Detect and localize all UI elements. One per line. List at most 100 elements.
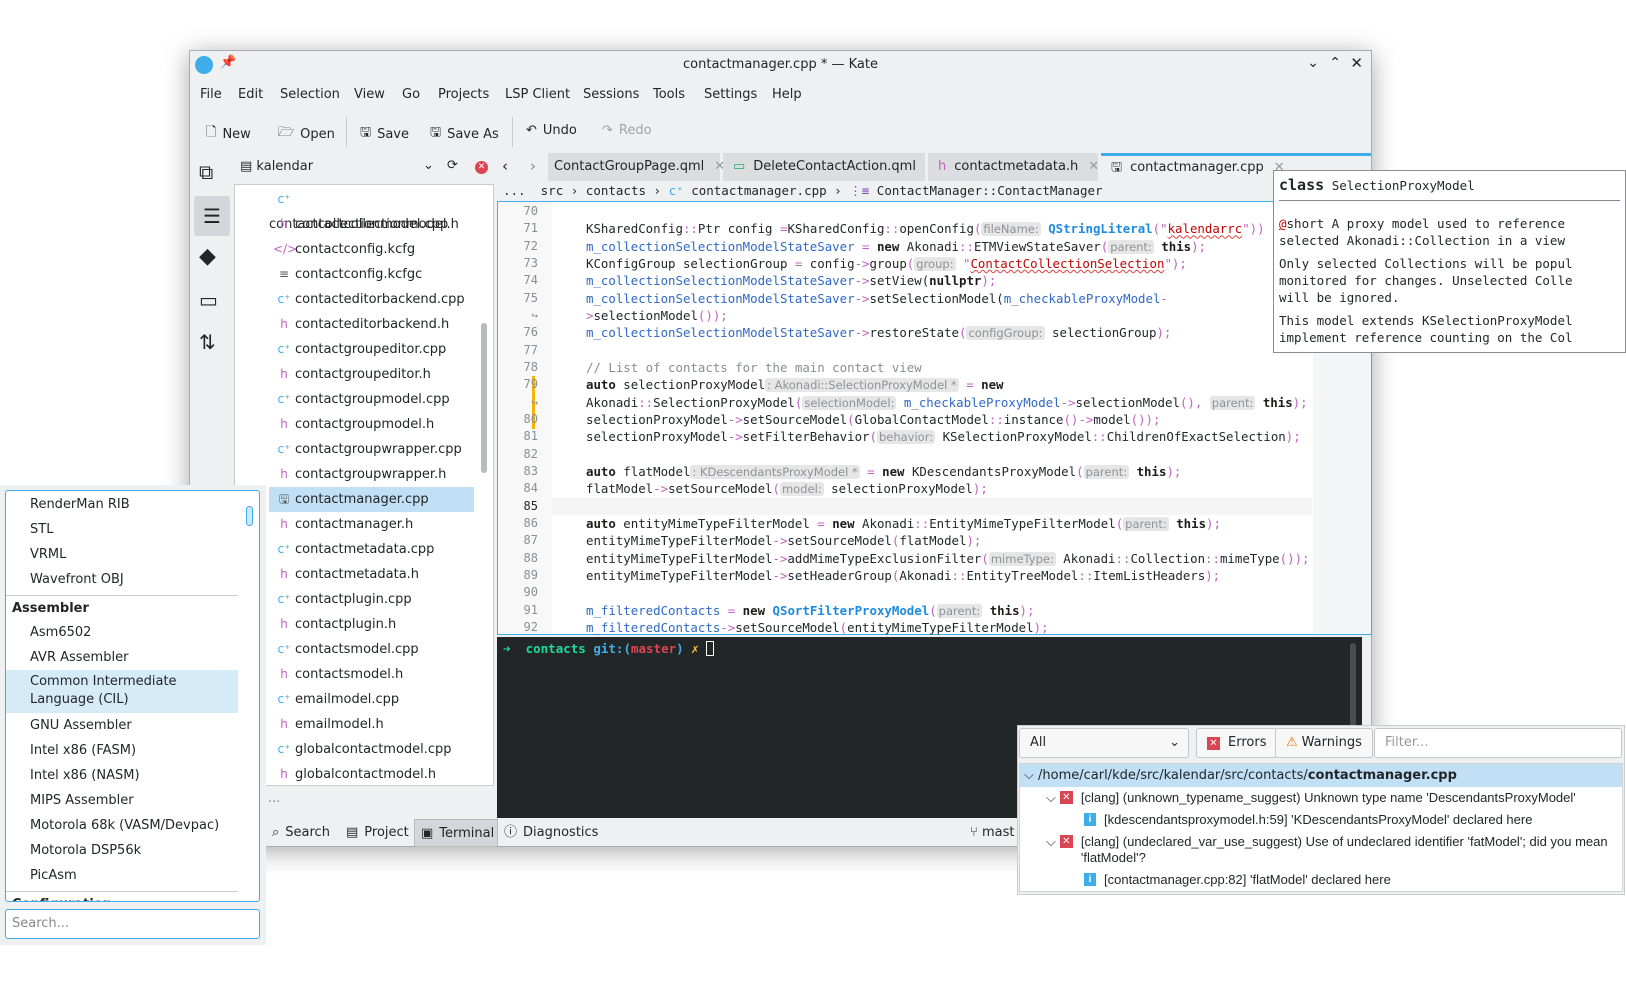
menu-tools[interactable]: Tools <box>653 87 685 102</box>
undo-button[interactable]: ↶ Undo <box>526 123 577 138</box>
menu-selection[interactable]: Selection <box>280 87 340 102</box>
code-editor[interactable]: 70 71 KSharedConfig::Ptr config =KSharedCo… <box>497 201 1372 635</box>
minimize-button[interactable]: ⌄ <box>1307 55 1319 71</box>
menu-help[interactable]: Help <box>772 87 802 102</box>
diagnostic-item[interactable]: ⌵ ✕ [clang] (undeclared_var_use_suggest) U… <box>1020 831 1622 869</box>
breadcrumb-file[interactable]: contactmanager.cpp <box>691 183 826 198</box>
language-item[interactable]: Wavefront OBJ <box>6 567 238 592</box>
menu-view[interactable]: View <box>354 87 385 102</box>
file-tree-item[interactable]: c⁺ contactgroupmodel.cpp <box>269 387 474 412</box>
file-tree-item[interactable]: c⁺ contactsmodel.cpp <box>269 637 474 662</box>
redo-button[interactable]: ↷ Redo <box>602 123 652 138</box>
file-tree-item[interactable]: h contactmetadata.h <box>269 562 474 587</box>
diagnostic-item[interactable]: ⌵ ✕ [clang] (unknown_typename_suggest) Unk… <box>1020 787 1622 809</box>
forward-arrow-icon[interactable]: › <box>530 157 536 175</box>
terminal-scrollbar[interactable] <box>1350 643 1356 733</box>
git-branch[interactable]: ⑂ mast <box>970 825 1014 840</box>
language-list-scrollbar[interactable] <box>246 506 253 526</box>
tab-deletecontactaction-qml[interactable]: ▭DeleteContactAction.qml✕ <box>723 153 937 181</box>
documents-icon[interactable]: ⧉ <box>199 160 213 184</box>
errors-filter-button[interactable]: ✕ Errors <box>1196 728 1278 758</box>
file-tree-item[interactable]: h contactplugin.h <box>269 612 474 637</box>
file-tree-item[interactable]: h contactsmodel.h <box>269 662 474 687</box>
language-item[interactable]: PicAsm <box>6 863 238 888</box>
diagnostic-item[interactable]: i [contactmanager.cpp:82] 'flatModel' dec… <box>1020 869 1622 891</box>
git-icon[interactable]: ◆ <box>199 244 216 269</box>
file-tree-item[interactable]: ≡ contactconfig.kcfgc <box>269 262 474 287</box>
tab-contactmetadata-h[interactable]: h contactmetadata.h ✕ <box>928 153 1099 181</box>
menu-go[interactable]: Go <box>402 87 420 102</box>
language-item[interactable]: MIPS Assembler <box>6 788 238 813</box>
breadcrumb-src[interactable]: src <box>541 183 564 198</box>
warnings-filter-button[interactable]: ⚠ Warnings <box>1275 728 1373 758</box>
menu-sessions[interactable]: Sessions <box>583 87 639 102</box>
file-tree-item[interactable]: c⁺contactcollectionmodel.cpp <box>269 187 474 232</box>
bottom-tab-project[interactable]: ▤ Project <box>340 819 414 847</box>
breadcrumb-contacts[interactable]: contacts <box>586 183 646 198</box>
menu-edit[interactable]: Edit <box>238 87 263 102</box>
menu-settings[interactable]: Settings <box>704 87 757 102</box>
project-selector[interactable]: ▤ kalendar <box>240 159 313 174</box>
save-as-button[interactable]: 🖫 Save As <box>430 123 499 145</box>
breadcrumb-symbol[interactable]: ContactManager::ContactManager <box>877 183 1103 198</box>
language-item[interactable]: AVR Assembler <box>6 645 238 670</box>
diagnostics-filter-input[interactable]: Filter... <box>1374 728 1622 758</box>
breadcrumb-ellipsis[interactable]: ... <box>503 183 526 198</box>
bottom-tab-search[interactable]: ⌕ Search <box>266 819 340 847</box>
close-tab-icon[interactable]: ✕ <box>1088 159 1099 174</box>
diagnostics-file-row[interactable]: ⌵ /home/carl/kde/src/kalendar/src/contac… <box>1020 764 1622 787</box>
projects-icon[interactable]: ☰ <box>194 196 230 236</box>
file-tree-item[interactable]: h emailmodel.h <box>269 712 474 737</box>
bottom-tab-diagnostics[interactable]: ⓘ Diagnostics <box>498 819 598 847</box>
file-tree-item[interactable]: c⁺ contactmetadata.cpp <box>269 537 474 562</box>
language-item[interactable]: VRML <box>6 542 238 567</box>
language-item[interactable]: Motorola DSP56k <box>6 838 238 863</box>
file-tree-item[interactable]: h globalcontactmodel.h <box>269 762 474 787</box>
new-button[interactable]: 🗋 New <box>206 123 251 145</box>
close-project-icon[interactable]: ✕ <box>475 161 488 174</box>
language-item[interactable]: Common Intermediate Language (CIL) <box>6 670 238 713</box>
language-item[interactable]: Motorola 68k (VASM/Devpac) <box>6 813 238 838</box>
bottom-tab-terminal[interactable]: ▣ Terminal <box>414 819 498 847</box>
file-tree-item[interactable]: c⁺ contactgroupwrapper.cpp <box>269 437 474 462</box>
file-tree-item[interactable]: c⁺ contactgroupeditor.cpp <box>269 337 474 362</box>
file-tree-item[interactable]: c⁺ contactplugin.cpp <box>269 587 474 612</box>
file-tree-item[interactable]: h contactgroupwrapper.h <box>269 462 474 487</box>
line-number: 91 <box>523 602 538 617</box>
file-tree-scrollbar[interactable] <box>481 323 487 473</box>
maximize-button[interactable]: ⌃ <box>1329 55 1341 71</box>
language-list[interactable]: RenderMan RIB STL VRML Wavefront OBJ Assembl… <box>5 490 260 902</box>
diagnostic-item[interactable]: i [kdescendantsproxymodel.h:59] 'KDescend… <box>1020 809 1622 831</box>
tab-contactgrouppage-qml[interactable]: ContactGroupPage.qml ✕ <box>548 153 725 181</box>
close-window-button[interactable]: ✕ <box>1350 54 1363 72</box>
open-button[interactable]: 🗁 Open <box>278 123 335 145</box>
language-item[interactable]: Asm6502 <box>6 620 238 645</box>
file-tree-item[interactable]: </>contactconfig.kcfg <box>269 237 474 262</box>
diagnostics-scope-select[interactable]: All ⌄ <box>1019 728 1189 758</box>
file-tree-item[interactable]: c⁺ globalcontactmodel.cpp <box>269 737 474 762</box>
back-arrow-icon[interactable]: ‹ <box>502 157 508 175</box>
language-item[interactable]: GNU Assembler <box>6 713 238 738</box>
menu-file[interactable]: File <box>200 87 222 102</box>
file-tree-item[interactable]: h contactgroupmodel.h <box>269 412 474 437</box>
file-filter-input[interactable]: ... <box>268 791 280 806</box>
language-item[interactable]: Intel x86 (NASM) <box>6 763 238 788</box>
language-item[interactable]: RenderMan RIB <box>6 492 238 517</box>
save-button[interactable]: 🖫 Save <box>360 123 409 145</box>
file-tree-item[interactable]: h contactmanager.h <box>269 512 474 537</box>
file-tree-item[interactable]: c⁺ emailmodel.cpp <box>269 687 474 712</box>
language-item[interactable]: STL <box>6 517 238 542</box>
language-item[interactable]: Intel x86 (FASM) <box>6 738 238 763</box>
file-tree-item[interactable]: 🖫 contactmanager.cpp <box>269 487 474 512</box>
reload-icon[interactable]: ⟳ <box>447 158 458 173</box>
file-tree-item[interactable]: h contactcollectionmodel.h <box>269 212 474 237</box>
menu-lsp-client[interactable]: LSP Client <box>505 87 570 102</box>
file-tree-item[interactable]: c⁺ contacteditorbackend.cpp <box>269 287 474 312</box>
symbols-icon[interactable]: ⇅ <box>199 330 216 354</box>
language-search-input[interactable]: Search... <box>5 909 260 939</box>
filesystem-browser-icon[interactable]: ▭ <box>199 288 218 312</box>
file-tree-item[interactable]: h contactgroupeditor.h <box>269 362 474 387</box>
chevron-down-icon[interactable]: ⌄ <box>423 158 434 173</box>
menu-projects[interactable]: Projects <box>438 87 489 102</box>
file-tree-item[interactable]: h contacteditorbackend.h <box>269 312 474 337</box>
